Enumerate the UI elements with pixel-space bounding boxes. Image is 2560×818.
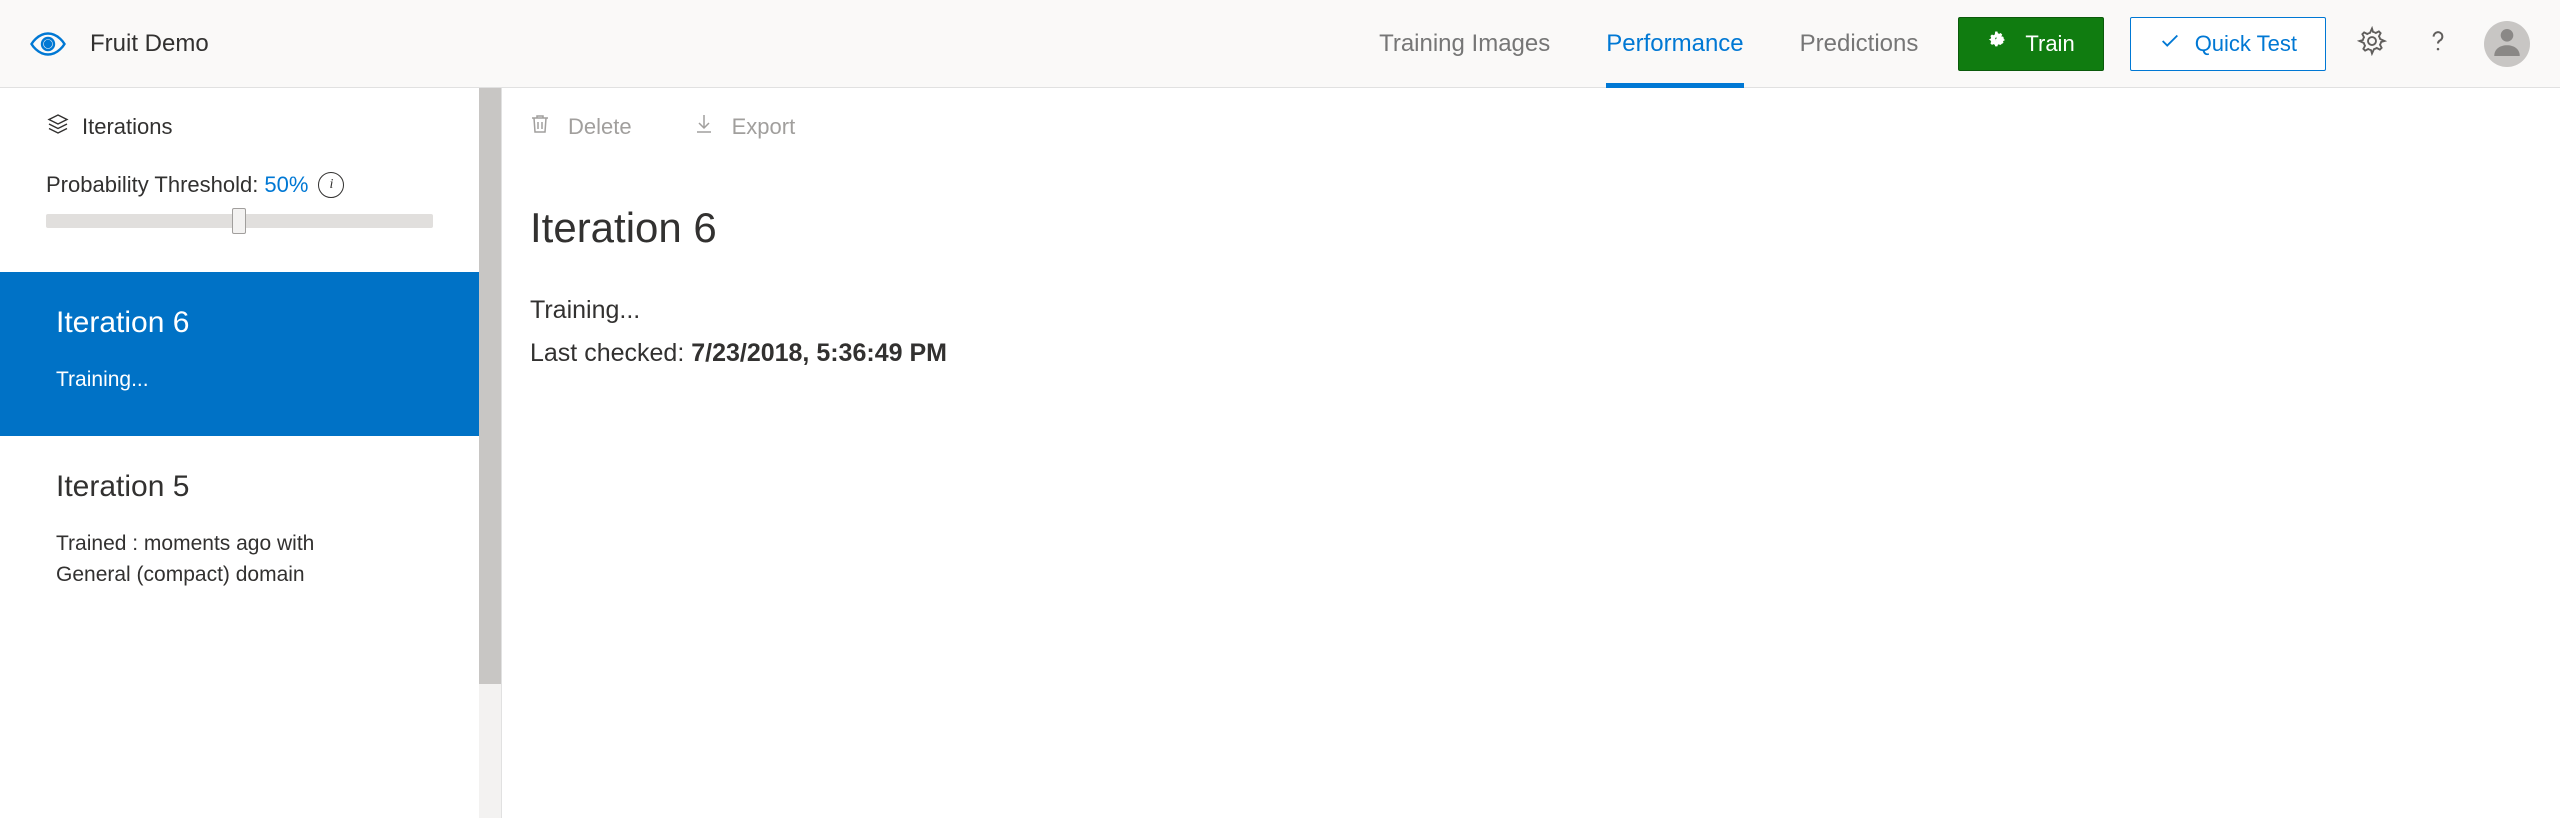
layers-icon <box>46 112 70 142</box>
quick-test-label: Quick Test <box>2195 31 2297 57</box>
question-icon <box>2423 26 2453 61</box>
info-icon[interactable]: i <box>318 172 344 198</box>
detail-status: Training... <box>530 296 2532 325</box>
nav-tabs: Training Images Performance Predictions <box>1379 0 1918 87</box>
sidebar-inner: Iterations Probability Threshold: 50% i … <box>0 88 479 818</box>
last-checked-label: Last checked: <box>530 339 691 367</box>
detail-toolbar: Delete Export <box>502 88 2560 150</box>
detail-title: Iteration 6 <box>530 204 2532 252</box>
train-button-label: Train <box>2025 31 2074 57</box>
iteration-detail: Iteration 6 Training... Last checked: 7/… <box>502 150 2560 422</box>
tab-training-images[interactable]: Training Images <box>1379 0 1550 87</box>
vision-eye-icon <box>30 26 66 62</box>
person-icon <box>2489 23 2525 64</box>
top-actions: Train Quick Test <box>1958 17 2530 71</box>
quick-test-button[interactable]: Quick Test <box>2130 17 2326 71</box>
tab-predictions[interactable]: Predictions <box>1800 0 1919 87</box>
export-label: Export <box>732 114 796 140</box>
gear-icon <box>2357 26 2387 61</box>
tab-performance[interactable]: Performance <box>1606 0 1743 87</box>
probability-threshold-row: Probability Threshold: 50% i <box>0 154 479 208</box>
iterations-header: Iterations <box>0 88 479 154</box>
brand: Fruit Demo <box>30 26 209 62</box>
user-avatar[interactable] <box>2484 21 2530 67</box>
iteration-subtitle: Training... <box>56 364 423 396</box>
sidebar-scrollbar[interactable] <box>479 88 501 818</box>
download-icon <box>692 112 716 142</box>
iterations-heading-label: Iterations <box>82 114 173 140</box>
train-button[interactable]: Train <box>1958 17 2103 71</box>
delete-button[interactable]: Delete <box>528 112 632 142</box>
help-button[interactable] <box>2418 24 2458 64</box>
slider-thumb[interactable] <box>232 208 246 234</box>
sidebar: Iterations Probability Threshold: 50% i … <box>0 88 502 818</box>
threshold-label: Probability Threshold: <box>46 172 258 198</box>
iteration-title: Iteration 5 <box>56 470 423 504</box>
detail-last-checked: Last checked: 7/23/2018, 5:36:49 PM <box>530 339 2532 368</box>
settings-button[interactable] <box>2352 24 2392 64</box>
iteration-item-6[interactable]: Iteration 6 Training... <box>0 272 479 436</box>
delete-label: Delete <box>568 114 632 140</box>
iteration-item-5[interactable]: Iteration 5 Trained : moments ago with G… <box>0 436 479 631</box>
export-button[interactable]: Export <box>692 112 796 142</box>
threshold-value: 50% <box>264 172 308 198</box>
main-panel: Delete Export Iteration 6 Training... La… <box>502 88 2560 818</box>
gears-icon <box>1987 29 2011 59</box>
trash-icon <box>528 112 552 142</box>
project-title: Fruit Demo <box>90 30 209 58</box>
threshold-slider[interactable] <box>46 214 433 228</box>
scrollbar-thumb[interactable] <box>479 88 501 684</box>
topbar: Fruit Demo Training Images Performance P… <box>0 0 2560 88</box>
iteration-title: Iteration 6 <box>56 306 423 340</box>
content: Iterations Probability Threshold: 50% i … <box>0 88 2560 818</box>
check-icon <box>2159 30 2181 58</box>
last-checked-timestamp: 7/23/2018, 5:36:49 PM <box>691 339 947 367</box>
iteration-subtitle: Trained : moments ago with General (comp… <box>56 528 356 591</box>
